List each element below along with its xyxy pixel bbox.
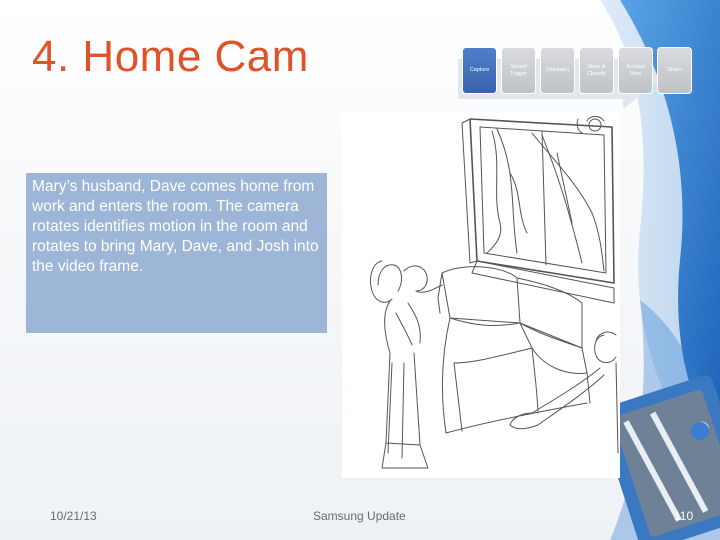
footer-title: Samsung Update bbox=[313, 509, 406, 523]
footer-date: 10/21/13 bbox=[50, 509, 97, 523]
slide: 4. Home Cam Capture Sense/ Trigger (Vali… bbox=[0, 0, 720, 540]
process-steps: Capture Sense/ Trigger (Validate) Store … bbox=[458, 41, 692, 109]
step-capture: Capture bbox=[462, 47, 497, 94]
slide-title: 4. Home Cam bbox=[32, 32, 309, 81]
description-text: Mary’s husband, Dave comes home from wor… bbox=[32, 178, 319, 275]
step-sense-trigger: Sense/ Trigger bbox=[501, 47, 536, 94]
description-box: Mary’s husband, Dave comes home from wor… bbox=[26, 173, 327, 333]
step-store-classify: Store & Classify bbox=[579, 47, 614, 94]
sketch-illustration bbox=[342, 113, 620, 478]
step-access-view: Access/ View bbox=[618, 47, 653, 94]
step-validate: (Validate) bbox=[540, 47, 575, 94]
page-number: 110 bbox=[674, 509, 694, 523]
step-share: Share bbox=[657, 47, 692, 94]
